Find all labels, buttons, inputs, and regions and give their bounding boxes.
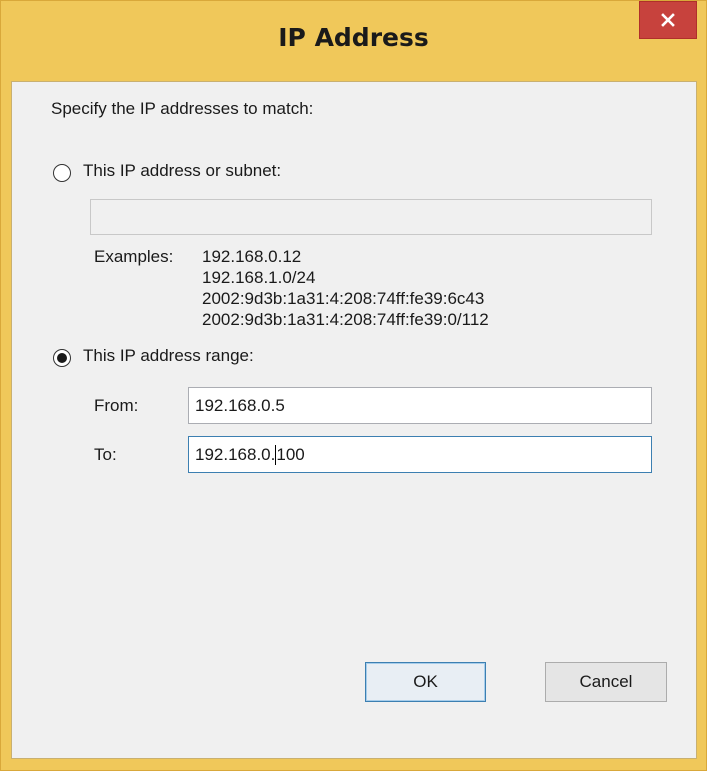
cancel-button[interactable]: Cancel <box>545 662 667 702</box>
range-radio[interactable] <box>53 349 71 367</box>
subnet-radio[interactable] <box>53 164 71 182</box>
subnet-input[interactable] <box>90 199 652 235</box>
ip-address-dialog: IP Address Specify the IP addresses to m… <box>0 0 707 771</box>
from-input[interactable]: 192.168.0.5 <box>188 387 652 424</box>
to-label: To: <box>94 445 117 464</box>
example-ipv6-subnet: 2002:9d3b:1a31:4:208:74ff:fe39:0/112 <box>202 310 489 329</box>
from-label: From: <box>94 396 139 415</box>
to-input[interactable]: 192.168.0. 100 <box>188 436 652 473</box>
radio-selected-dot <box>57 353 67 363</box>
examples-label: Examples: <box>94 247 174 266</box>
to-input-value-end: 100 <box>276 444 305 464</box>
dialog-body: Specify the IP addresses to match: This … <box>11 81 697 759</box>
example-ipv4-address: 192.168.0.12 <box>202 247 302 266</box>
instruction-text: Specify the IP addresses to match: <box>51 99 314 118</box>
close-button[interactable] <box>639 1 697 39</box>
ok-button[interactable]: OK <box>365 662 486 702</box>
from-input-value: 192.168.0.5 <box>195 395 285 415</box>
close-icon <box>661 13 675 27</box>
dialog-title: IP Address <box>278 23 429 52</box>
range-radio-label[interactable]: This IP address range: <box>83 346 254 366</box>
example-ipv4-subnet: 192.168.1.0/24 <box>202 268 316 287</box>
subnet-radio-label[interactable]: This IP address or subnet: <box>83 161 281 181</box>
example-ipv6-address: 2002:9d3b:1a31:4:208:74ff:fe39:6c43 <box>202 289 485 308</box>
to-input-value-start: 192.168.0. <box>195 444 276 464</box>
title-bar[interactable]: IP Address <box>1 1 706 81</box>
